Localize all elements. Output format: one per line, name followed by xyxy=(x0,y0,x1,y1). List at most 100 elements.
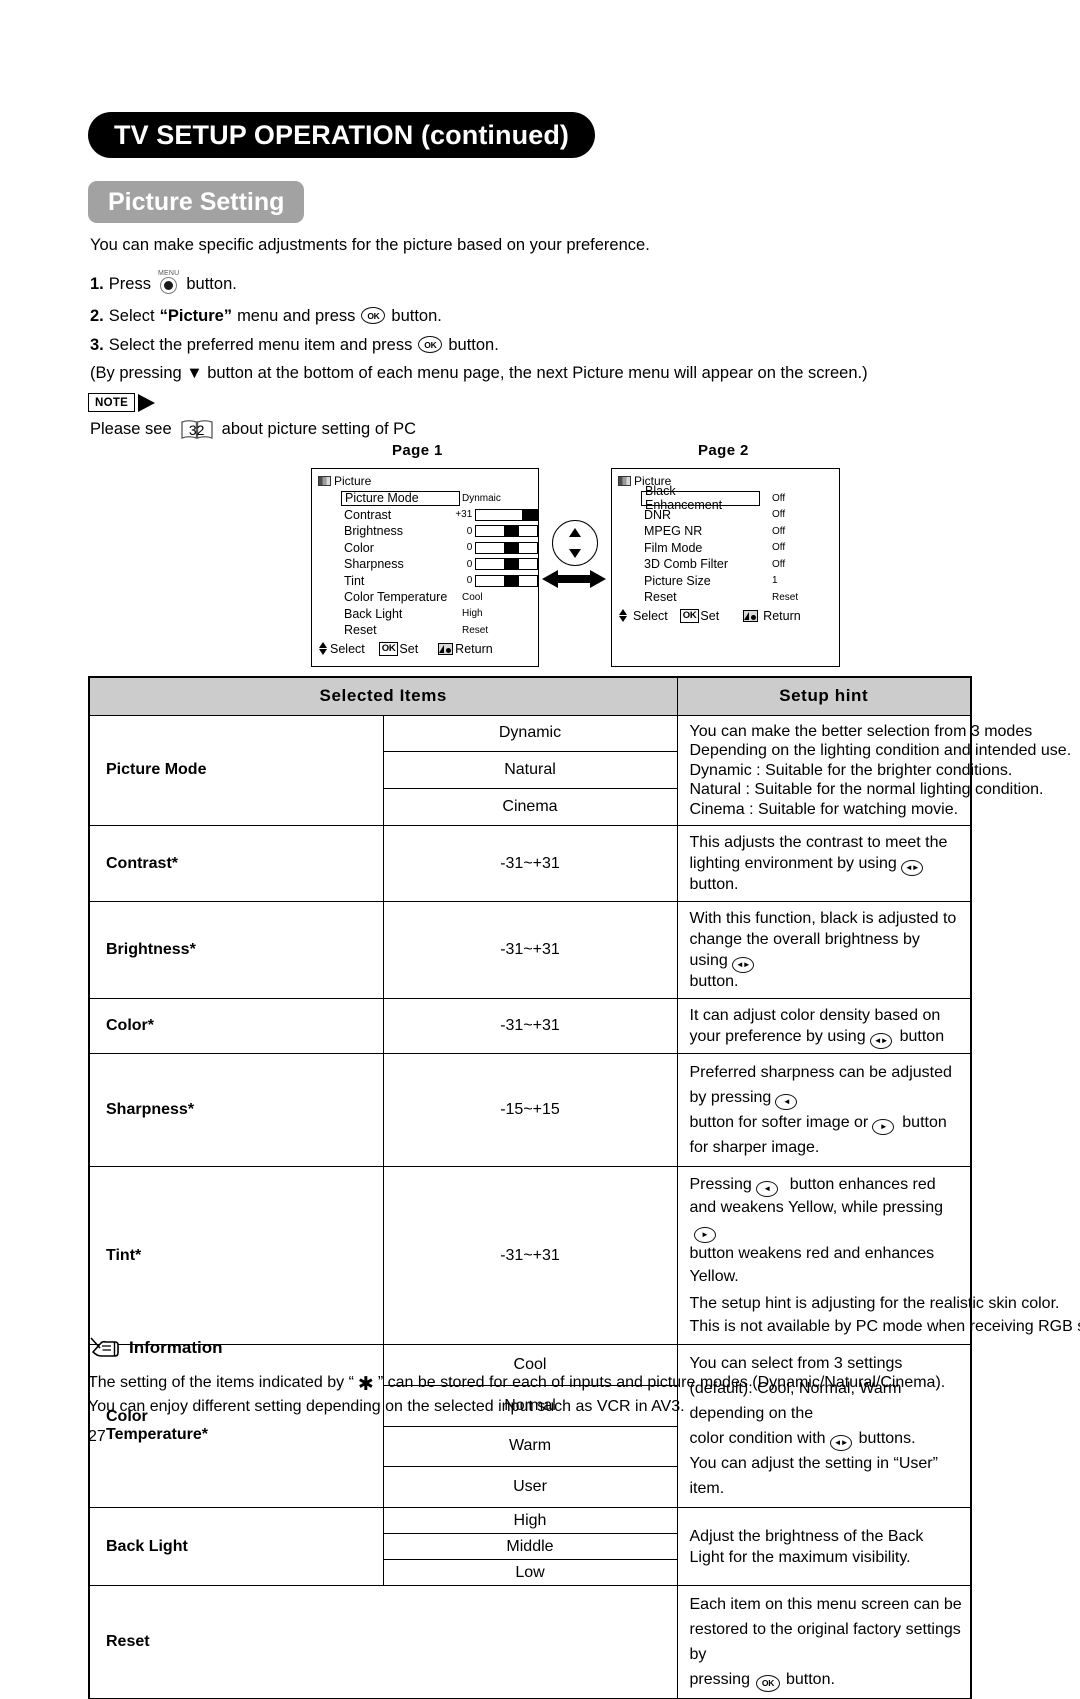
range-tint: -31~+31 xyxy=(382,1166,678,1345)
osd-row-back-light[interactable]: Back Light High xyxy=(312,606,538,623)
osd-row-black-enhancement[interactable]: Black Enhancement Off xyxy=(612,484,839,512)
ok-button-icon[interactable]: OK xyxy=(418,336,443,353)
range-contrast: -31~+31 xyxy=(382,825,678,902)
osd-row-sharpness-value: 0 xyxy=(466,558,473,570)
hint-text: button xyxy=(899,1028,945,1045)
row-item-color-temperature-line2: Temperature* xyxy=(106,1426,208,1443)
header-selected-items: Selected Items xyxy=(88,676,678,716)
option-high: High xyxy=(382,1507,678,1534)
range-color: -31~+31 xyxy=(382,998,678,1054)
row-item-picture-mode: Picture Mode xyxy=(88,714,384,826)
note-text-after: about picture setting of PC xyxy=(221,420,417,438)
hint-text: color condition with xyxy=(689,1430,826,1447)
osd-row-picture-size[interactable]: Picture Size 1 xyxy=(612,573,839,590)
table-body: Picture Mode Dynamic You can make the be… xyxy=(88,714,1080,1699)
osd-row-film-mode[interactable]: Film Mode Off xyxy=(612,540,839,557)
osd-slider-color[interactable] xyxy=(475,541,538,554)
hint-line: You can make the better selection from 3… xyxy=(689,722,1033,740)
table-row: Picture Mode Dynamic You can make the be… xyxy=(88,714,1071,826)
step-3-text-after: button. xyxy=(448,336,499,354)
osd-row-contrast[interactable]: Contrast +31 xyxy=(312,507,538,524)
return-icon xyxy=(438,642,454,655)
osd-row-contrast-value: +31 xyxy=(455,509,473,521)
step-3: 3. Select the preferred menu item and pr… xyxy=(90,336,499,355)
menu-button-icon[interactable]: MENU xyxy=(158,270,179,294)
page2-label: Page 2 xyxy=(698,442,749,459)
osd-page1-nav: Select OK Set Return xyxy=(312,641,538,656)
osd-page1-rows: Picture Mode Dynmaic Contrast +31 Bright… xyxy=(312,490,538,639)
osd-row-3d-comb-filter[interactable]: 3D Comb Filter Off xyxy=(612,556,839,573)
osd-row-mpeg-nr-label: MPEG NR xyxy=(644,524,703,539)
hint-text: button weakens red and enhances Yellow. xyxy=(689,1245,935,1285)
left-right-arrow-icon xyxy=(542,570,606,588)
row-item-sharpness: Sharpness* xyxy=(88,1053,384,1167)
osd-row-dnr-label: DNR xyxy=(644,507,672,522)
star-symbol: ✱ xyxy=(357,1374,374,1395)
picture-menu-icon xyxy=(318,476,331,486)
hint-text: buttons. xyxy=(858,1430,916,1447)
hint-sharpness: Preferred sharpness can be adjusted by p… xyxy=(676,1053,972,1167)
osd-slider-contrast[interactable] xyxy=(475,508,538,521)
osd-page2-ok-icon[interactable]: OK xyxy=(679,608,700,623)
osd-slider-brightness[interactable] xyxy=(475,525,538,538)
information-heading: Information xyxy=(129,1338,223,1357)
osd-row-mpeg-nr[interactable]: MPEG NR Off xyxy=(612,523,839,540)
osd-row-tint-label: Tint xyxy=(344,573,365,588)
right-button-icon[interactable]: ► xyxy=(693,1227,716,1243)
osd-page1-ok-icon[interactable]: OK xyxy=(378,641,399,656)
osd-row-reset-value: Reset xyxy=(462,624,489,636)
page1-label: Page 1 xyxy=(392,442,443,459)
osd-row-3d-comb-filter-label: 3D Comb Filter xyxy=(644,557,729,572)
hint-text: The setup hint is adjusting for the real… xyxy=(689,1295,1060,1312)
osd-row-reset[interactable]: Reset Reset xyxy=(312,622,538,639)
hint-text: This is not available by PC mode when re… xyxy=(689,1318,1080,1335)
osd-page2-nav: Select OK Set Return xyxy=(612,608,839,623)
osd-row-brightness[interactable]: Brightness 0 xyxy=(312,523,538,540)
osd-row-mpeg-nr-value: Off xyxy=(772,525,786,537)
hint-color-temperature: You can select from 3 settings (default)… xyxy=(676,1344,972,1508)
nav-down-arrow-icon xyxy=(569,549,581,558)
book-page-number: 32 xyxy=(188,421,205,438)
book-page-ref-icon[interactable]: 32 xyxy=(180,418,214,441)
step-2-text-before: Select xyxy=(108,307,155,325)
ok-button-icon[interactable]: OK xyxy=(755,1675,780,1692)
option-low: Low xyxy=(382,1559,678,1586)
table-row: Sharpness* -15~+15 Preferred sharpness c… xyxy=(88,1053,972,1167)
ok-button-icon[interactable]: OK xyxy=(361,307,386,324)
osd-row-back-light-value: High xyxy=(462,608,483,620)
osd-row-dnr[interactable]: DNR Off xyxy=(612,507,839,524)
osd-slider-tint[interactable] xyxy=(475,574,538,587)
return-icon xyxy=(743,609,759,622)
page-banner: TV SETUP OPERATION (continued) xyxy=(88,112,596,158)
osd-row-sharpness[interactable]: Sharpness 0 xyxy=(312,556,538,573)
hint-text: Each item on this menu screen can be res… xyxy=(689,1596,962,1663)
note-label: NOTE xyxy=(88,393,136,412)
osd-slider-sharpness[interactable] xyxy=(475,558,538,571)
range-sharpness: -15~+15 xyxy=(382,1053,678,1167)
option-dynamic: Dynamic xyxy=(382,714,678,753)
left-button-icon[interactable]: ◄ xyxy=(755,1181,778,1197)
intro-lead: You can make specific adjustments for th… xyxy=(90,236,650,254)
option-warm: Warm xyxy=(382,1425,678,1468)
osd-page1-title: Picture xyxy=(334,474,372,488)
step-2-text-after: button. xyxy=(391,307,442,325)
osd-row-color-temperature[interactable]: Color Temperature Cool xyxy=(312,589,538,606)
left-right-button-icon[interactable]: ◄► xyxy=(869,1033,892,1049)
osd-row-reset-page2[interactable]: Reset Reset xyxy=(612,589,839,606)
row-item-contrast: Contrast* xyxy=(88,825,384,902)
osd-row-black-enhancement-label: Black Enhancement xyxy=(641,484,760,512)
left-right-button-icon[interactable]: ◄► xyxy=(731,957,754,973)
right-button-icon[interactable]: ► xyxy=(872,1119,895,1135)
osd-row-tint[interactable]: Tint 0 xyxy=(312,573,538,590)
section-banner: Picture Setting xyxy=(88,181,305,223)
osd-row-picture-mode[interactable]: Picture Mode Dynmaic xyxy=(312,490,538,507)
osd-page1-nav-return: Return xyxy=(455,641,493,656)
hint-text: pressing xyxy=(689,1671,750,1688)
left-button-icon[interactable]: ◄ xyxy=(775,1094,798,1110)
hint-text: button for softer image or xyxy=(689,1114,869,1131)
hint-tint: Pressing ◄ button enhances red and weakens… xyxy=(676,1166,1080,1345)
left-right-button-icon[interactable]: ◄► xyxy=(900,860,923,876)
left-right-button-icon[interactable]: ◄► xyxy=(829,1435,852,1451)
osd-row-color[interactable]: Color 0 xyxy=(312,540,538,557)
header-setup-hint: Setup hint xyxy=(676,676,972,716)
